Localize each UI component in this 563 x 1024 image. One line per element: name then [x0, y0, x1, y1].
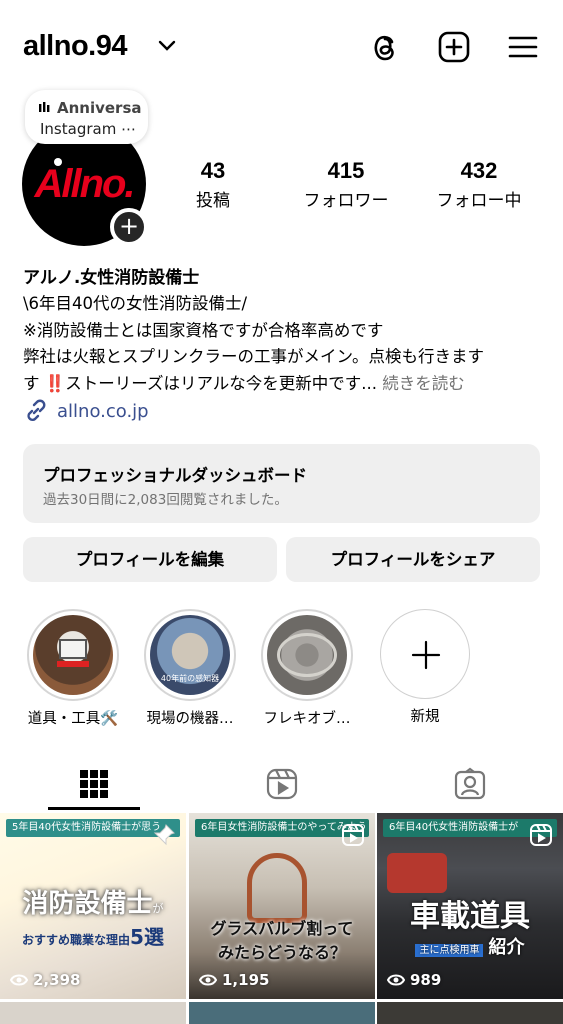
profile-tabs — [0, 758, 563, 810]
dashboard-subtitle: 過去30日間に2,083回閲覧されました。 — [43, 492, 288, 508]
stat-posts[interactable]: 43 投稿 — [185, 158, 241, 211]
post-view-count: 989 — [387, 971, 441, 989]
sprinkler-graphic — [247, 853, 307, 923]
bio-line: \6年目40代の女性消防設備士/ — [23, 294, 248, 313]
tab-reels[interactable] — [188, 758, 375, 810]
reel-icon — [342, 824, 364, 846]
post-subtitle: みたらどうなる？ — [217, 943, 346, 962]
eye-icon — [387, 974, 405, 986]
stat-value: 415 — [327, 158, 365, 183]
post-thumbnail[interactable] — [189, 1002, 375, 1024]
threads-icon[interactable] — [368, 30, 402, 64]
bio-line: 弊社は火報とスプリンクラーの工事がメイン。点検も行きます — [23, 347, 485, 366]
post-view-count: 1,195 — [199, 971, 269, 989]
reel-icon — [530, 824, 552, 846]
highlight-label: 新規 — [410, 709, 440, 725]
website-url: allno.co.jp — [57, 400, 149, 422]
post-title: 消防設備士 — [22, 889, 153, 919]
top-bar: allno.94 — [0, 28, 563, 68]
stat-followers[interactable]: 415 フォロワー — [296, 158, 396, 211]
grid-icon — [79, 770, 108, 798]
read-more-link[interactable]: 続きを読む — [382, 374, 465, 393]
reels-icon — [266, 768, 297, 800]
highlight-tools[interactable]: 道具・工具🛠️ — [25, 609, 121, 728]
edit-profile-button[interactable]: プロフィールを編集 — [23, 537, 277, 582]
music-bars-icon — [39, 102, 50, 112]
post-thumbnail[interactable]: 6年目40代女性消防設備士が 車載道具 主に点検用車 紹介 989 — [377, 813, 563, 999]
highlight-cover — [33, 615, 113, 695]
highlight-cover: 40年前の感知器 — [150, 615, 230, 695]
website-link[interactable]: allno.co.jp — [23, 398, 149, 424]
tab-tagged[interactable] — [376, 758, 563, 810]
avatar-logo: Allno. — [34, 162, 135, 206]
note-bubble[interactable]: Anniversa Instagram ⋯ — [25, 90, 148, 144]
active-tab-indicator — [48, 807, 140, 810]
highlight-cover-text: 40年前の感知器 — [160, 674, 220, 683]
post-view-count: 2,398 — [10, 971, 80, 989]
pin-icon — [153, 824, 175, 846]
post-thumbnail[interactable] — [377, 1002, 563, 1024]
stat-value: 432 — [460, 158, 498, 183]
double-exclamation-emoji: ‼️ — [44, 373, 66, 393]
highlight-label: 現場の機器… — [146, 711, 234, 727]
highlight-flex[interactable]: フレキオブ… — [259, 609, 355, 728]
post-thumbnail[interactable]: 5年目40代女性消防設備士が思う 消防設備士が おすすめ職業な理由5選 2,39… — [0, 813, 186, 999]
stat-label: フォロー中 — [436, 191, 522, 211]
create-post-icon[interactable] — [437, 30, 471, 64]
highlight-site-equipment[interactable]: 40年前の感知器 現場の機器… — [142, 609, 238, 728]
note-subtitle: Instagram ⋯ — [40, 120, 137, 138]
bio-line: ※消防設備士とは国家資格ですが合格率高めです — [23, 320, 384, 340]
eye-icon — [199, 974, 217, 986]
highlight-new[interactable]: 新規 — [377, 609, 473, 726]
highlight-label: 道具・工具🛠️ — [27, 711, 119, 727]
stat-label: フォロワー — [303, 191, 389, 211]
bio-text: \6年目40代の女性消防設備士/ ※消防設備士とは国家資格ですが合格率高めです … — [23, 291, 543, 397]
highlight-cover — [267, 615, 347, 695]
menu-icon[interactable] — [506, 30, 540, 64]
share-profile-button[interactable]: プロフィールをシェア — [286, 537, 540, 582]
note-title: Anniversa — [57, 99, 142, 117]
bio-line: す ‼️ストーリーズはリアルな今を更新中です... 続きを読む — [23, 373, 465, 393]
post-thumbnail[interactable] — [0, 1002, 186, 1024]
highlight-label: フレキオブ… — [263, 711, 351, 727]
tab-posts-grid[interactable] — [0, 758, 187, 810]
eye-icon — [10, 974, 28, 986]
post-thumbnail[interactable]: 6年目女性消防設備士のやってみよう グラスバルブ割って みたらどうなる？ 1,1… — [189, 813, 375, 999]
tagged-icon — [454, 767, 485, 800]
post-title: 車載道具 — [410, 899, 530, 934]
username[interactable]: allno.94 — [23, 30, 128, 63]
post-title: グラスバルブ割って — [210, 919, 354, 938]
stat-value: 43 — [200, 158, 226, 183]
post-subtitle: おすすめ職業な理由 — [22, 933, 131, 947]
plus-icon — [411, 640, 441, 670]
dashboard-title: プロフェッショナルダッシュボード — [43, 466, 307, 485]
profile-display-name: アルノ.女性消防設備士 — [23, 268, 200, 288]
add-story-button[interactable]: + — [110, 208, 148, 246]
professional-dashboard[interactable]: プロフェッショナルダッシュボード 過去30日間に2,083回閲覧されました。 — [23, 444, 540, 523]
post-subtitle: 主に点検用車 — [415, 944, 484, 957]
link-icon — [27, 399, 46, 422]
stat-label: 投稿 — [196, 191, 230, 211]
chevron-down-icon[interactable] — [158, 40, 176, 52]
stat-following[interactable]: 432 フォロー中 — [428, 158, 530, 211]
